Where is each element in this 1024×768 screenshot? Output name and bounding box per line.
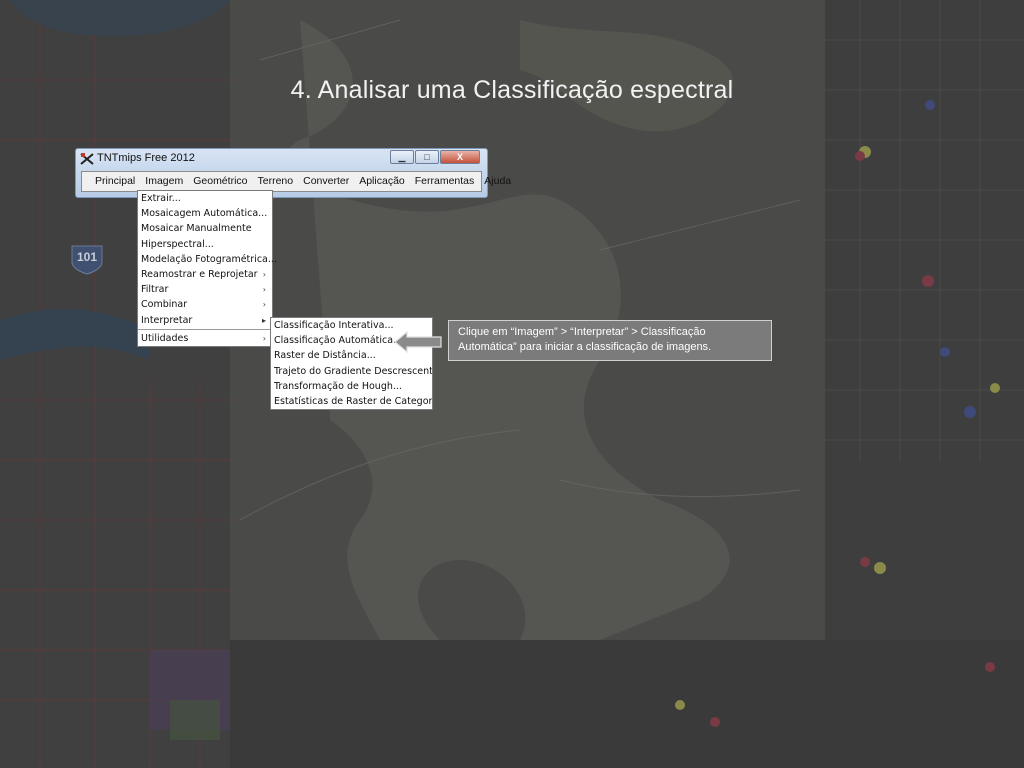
menu-item-label: Reamostrar e Reprojetar [141,268,258,280]
menu-geometrico[interactable]: Geométrico [188,173,252,190]
menu-terreno[interactable]: Terreno [253,173,299,190]
menu-item-label: Utilidades [141,332,189,344]
submenu-arrow-icon: › [262,300,266,310]
menu-item-combinar[interactable]: Combinar › [138,297,272,312]
callout-line-1: Clique em “Imagem” > “Interpretar” > Cla… [458,326,706,338]
callout-arrow-icon [394,330,442,358]
menu-item-label: Interpretar [141,314,193,326]
menu-item-label: Filtrar [141,284,169,296]
submenu-arrow-icon: ▸ [261,315,266,325]
menu-item-label: Extrair... [141,193,181,204]
submenu-arrow-icon: › [262,333,266,343]
menu-imagem[interactable]: Imagem [140,173,189,190]
menu-item-label: Combinar [141,299,188,311]
menu-item-label: Hiperspectral... [141,238,214,250]
page-title: 4. Analisar uma Classificação espectral [290,76,734,104]
menu-item-reamostrar-reprojetar[interactable]: Reamostrar e Reprojetar › [138,267,272,282]
maximize-button[interactable]: □ [415,150,439,164]
menu-item-filtrar[interactable]: Filtrar › [138,282,272,297]
submenu-item-transformacao-hough[interactable]: Transformação de Hough... [271,379,432,394]
menu-ajuda[interactable]: Ajuda [479,173,516,190]
menu-item-label: Mosaicagem Automática... [141,208,268,220]
app-logo-icon [80,152,94,166]
menu-item-hiperspectral[interactable]: Hiperspectral... [138,237,272,252]
menu-converter[interactable]: Converter [298,173,354,190]
submenu-item-estatisticas-raster[interactable]: Estatísticas de Raster de Categoria... [271,394,432,409]
close-button[interactable]: X [440,150,480,164]
menu-item-modelacao-fotogrametrica[interactable]: Modelação Fotogramétrica... [138,252,277,267]
menu-bar: Principal Imagem Geométrico Terreno Conv… [81,171,511,192]
menu-item-mosaicagem-automatica[interactable]: Mosaicagem Automática... [138,206,272,221]
menu-item-label: Modelação Fotogramétrica... [141,253,277,265]
submenu-arrow-icon: › [262,285,266,295]
window-title: TNTmips Free 2012 [97,152,195,164]
menu-separator [138,328,272,330]
submenu-item-trajeto-gradiente[interactable]: Trajeto do Gradiente Descrescente... [271,364,432,379]
menu-item-extrair[interactable]: Extrair... [138,191,272,206]
title-bar[interactable]: TNTmips Free 2012 ▁ □ X [76,149,487,169]
background-map [0,0,1024,768]
menu-item-mosaicar-manualmente[interactable]: Mosaicar Manualmente [138,221,272,236]
route-badge-label: 101 [76,250,98,264]
imagem-dropdown-menu: Extrair... Mosaicagem Automática... Mosa… [137,190,277,347]
minimize-button[interactable]: ▁ [390,150,414,164]
menu-principal[interactable]: Principal [90,173,140,190]
menu-item-utilidades[interactable]: Utilidades › [138,331,272,346]
submenu-arrow-icon: › [262,269,266,279]
menu-aplicacao[interactable]: Aplicação [354,173,410,190]
menu-ferramentas[interactable]: Ferramentas [410,173,480,190]
callout-line-2: Automática” para iniciar a classificação… [458,341,712,353]
menu-item-interpretar[interactable]: Interpretar ▸ [138,312,272,328]
instruction-callout: Clique em “Imagem” > “Interpretar” > Cla… [448,320,772,361]
menu-item-label: Mosaicar Manualmente [141,223,252,235]
